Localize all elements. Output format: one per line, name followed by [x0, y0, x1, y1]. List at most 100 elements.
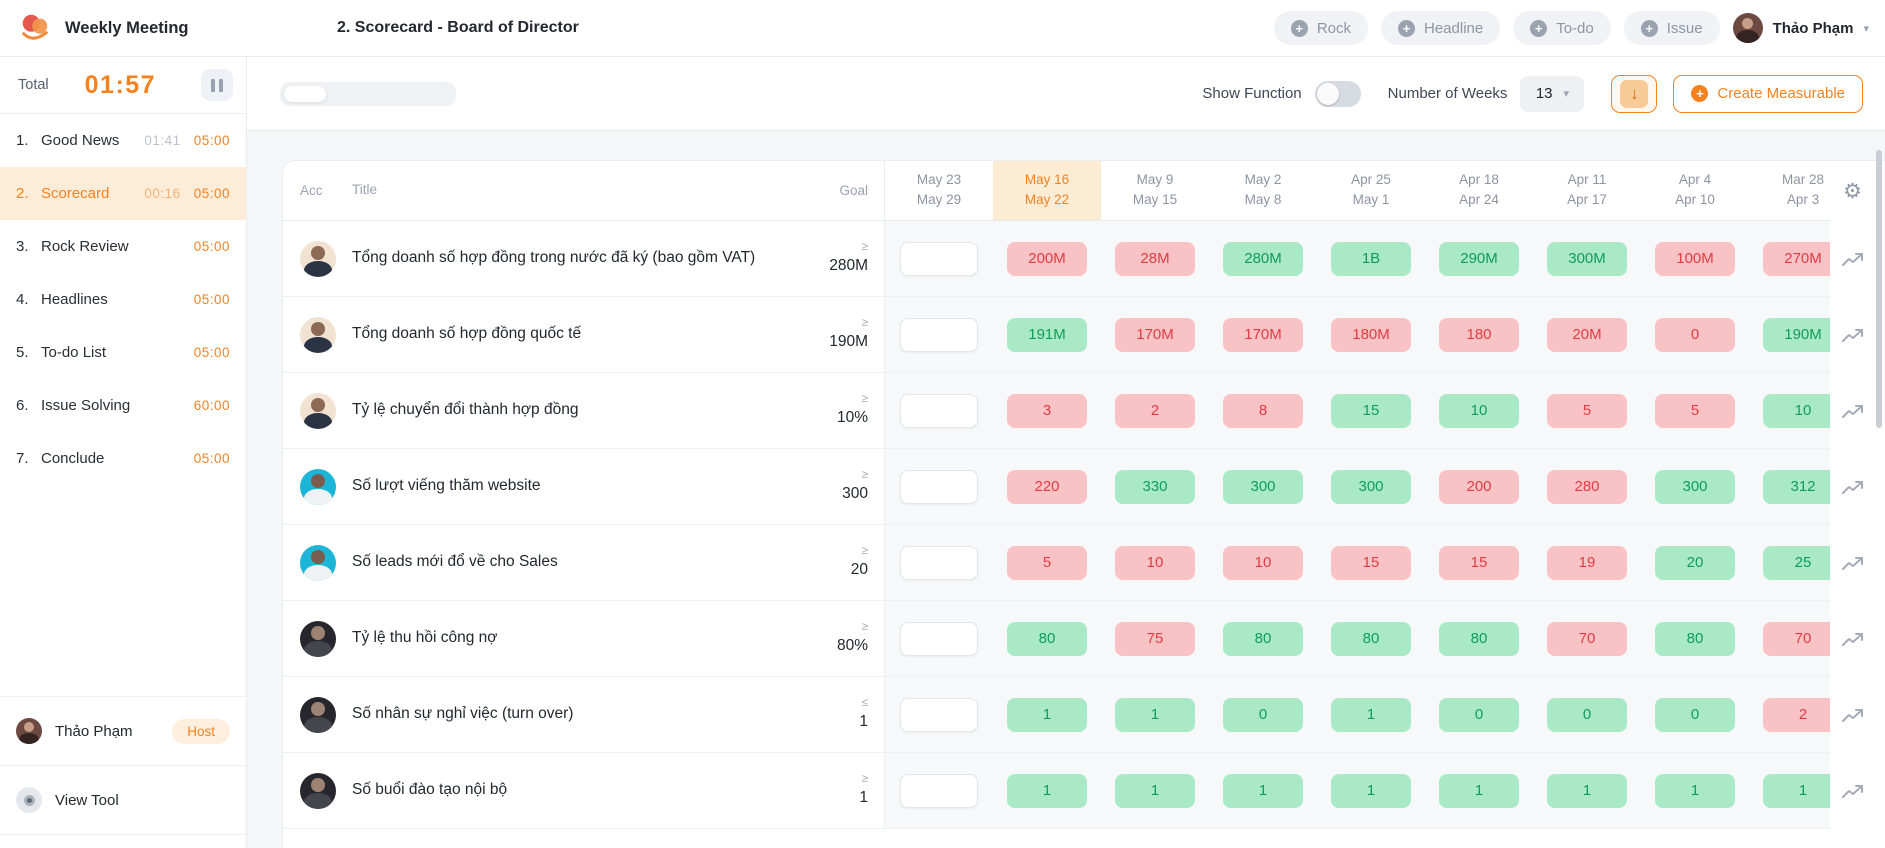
value-input[interactable]	[900, 470, 978, 504]
measurable-value-chip[interactable]: 19	[1547, 546, 1627, 580]
trend-icon-button[interactable]	[1830, 449, 1885, 525]
measurable-value-chip[interactable]: 5	[1655, 394, 1735, 428]
period-tab[interactable]	[284, 86, 326, 102]
measurable-value-chip[interactable]: 28M	[1115, 242, 1195, 276]
measurable-value-chip[interactable]: 80	[1439, 622, 1519, 656]
period-tab[interactable]	[326, 86, 368, 102]
create-measurable-button[interactable]: + Create Measurable	[1673, 75, 1863, 113]
measurable-value-chip[interactable]: 0	[1223, 698, 1303, 732]
weeks-select[interactable]: 13 ▾	[1520, 76, 1584, 112]
measurable-value-chip[interactable]: 80	[1331, 622, 1411, 656]
measurable-value-chip[interactable]: 1	[1115, 698, 1195, 732]
measurable-value-chip[interactable]: 8	[1223, 394, 1303, 428]
measurable-value-chip[interactable]: 170M	[1223, 318, 1303, 352]
week-column-header[interactable]: May 23 May 29	[885, 161, 993, 220]
agenda-item[interactable]: 4. Headlines 05:00	[0, 273, 246, 326]
value-input[interactable]	[900, 546, 978, 580]
week-column-header[interactable]: Apr 18 Apr 24	[1425, 161, 1533, 220]
show-function-toggle[interactable]	[1315, 81, 1361, 107]
measurable-value-chip[interactable]: 80	[1007, 622, 1087, 656]
measurable-value-chip[interactable]: 1	[1331, 698, 1411, 732]
measurable-value-chip[interactable]: 200	[1439, 470, 1519, 504]
agenda-item[interactable]: 6. Issue Solving 60:00	[0, 379, 246, 432]
measurable-value-chip[interactable]: 170M	[1115, 318, 1195, 352]
measurable-value-chip[interactable]: 300	[1331, 470, 1411, 504]
agenda-item[interactable]: 3. Rock Review 05:00	[0, 220, 246, 273]
value-input[interactable]	[900, 698, 978, 732]
pause-button[interactable]	[201, 69, 233, 101]
measurable-value-chip[interactable]: 15	[1331, 546, 1411, 580]
week-column-header[interactable]: May 9 May 15	[1101, 161, 1209, 220]
topbar-action-button[interactable]: + To-do	[1513, 11, 1611, 45]
trend-icon-button[interactable]	[1830, 601, 1885, 677]
value-input[interactable]	[900, 774, 978, 808]
topbar-action-button[interactable]: + Issue	[1624, 11, 1720, 45]
measurable-value-chip[interactable]: 191M	[1007, 318, 1087, 352]
value-input[interactable]	[900, 394, 978, 428]
measurable-value-chip[interactable]: 280	[1547, 470, 1627, 504]
topbar-action-button[interactable]: + Headline	[1381, 11, 1500, 45]
measurable-value-chip[interactable]: 290M	[1439, 242, 1519, 276]
measurable-value-chip[interactable]: 280M	[1223, 242, 1303, 276]
measurable-value-chip[interactable]: 0	[1439, 698, 1519, 732]
view-tool-row[interactable]: View Tool	[0, 765, 246, 834]
measurable-value-chip[interactable]: 300	[1223, 470, 1303, 504]
week-column-header[interactable]: May 2 May 8	[1209, 161, 1317, 220]
measurable-value-chip[interactable]: 180	[1439, 318, 1519, 352]
trend-icon-button[interactable]	[1830, 753, 1885, 829]
agenda-item[interactable]: 1. Good News 01:41 05:00	[0, 114, 246, 167]
measurable-value-chip[interactable]: 1	[1007, 774, 1087, 808]
agenda-item[interactable]: 7. Conclude 05:00	[0, 432, 246, 485]
measurable-value-chip[interactable]: 0	[1655, 698, 1735, 732]
week-column-header[interactable]: Apr 4 Apr 10	[1641, 161, 1749, 220]
value-input[interactable]	[900, 622, 978, 656]
trend-icon-button[interactable]	[1830, 525, 1885, 601]
week-column-header[interactable]: Apr 11 Apr 17	[1533, 161, 1641, 220]
measurable-value-chip[interactable]: 220	[1007, 470, 1087, 504]
agenda-item[interactable]: 5. To-do List 05:00	[0, 326, 246, 379]
measurable-value-chip[interactable]: 10	[1223, 546, 1303, 580]
measurable-value-chip[interactable]: 10	[1439, 394, 1519, 428]
agenda-item[interactable]: 2. Scorecard 00:16 05:00	[0, 167, 246, 220]
measurable-value-chip[interactable]: 180M	[1331, 318, 1411, 352]
measurable-value-chip[interactable]: 3	[1007, 394, 1087, 428]
measurable-value-chip[interactable]: 1	[1007, 698, 1087, 732]
measurable-value-chip[interactable]: 1B	[1331, 242, 1411, 276]
measurable-value-chip[interactable]: 0	[1547, 698, 1627, 732]
measurable-value-chip[interactable]: 15	[1439, 546, 1519, 580]
measurable-value-chip[interactable]: 75	[1115, 622, 1195, 656]
period-tab[interactable]	[410, 86, 452, 102]
measurable-value-chip[interactable]: 300	[1655, 470, 1735, 504]
measurable-value-chip[interactable]: 200M	[1007, 242, 1087, 276]
vertical-scrollbar[interactable]	[1876, 150, 1882, 428]
measurable-value-chip[interactable]: 1	[1547, 774, 1627, 808]
measurable-value-chip[interactable]: 1	[1223, 774, 1303, 808]
measurable-value-chip[interactable]: 15	[1331, 394, 1411, 428]
trend-icon-button[interactable]	[1830, 677, 1885, 753]
value-input[interactable]	[900, 242, 978, 276]
value-input[interactable]	[900, 318, 978, 352]
measurable-value-chip[interactable]: 1	[1655, 774, 1735, 808]
measurable-value-chip[interactable]: 5	[1007, 546, 1087, 580]
measurable-value-chip[interactable]: 70	[1547, 622, 1627, 656]
measurable-value-chip[interactable]: 20	[1655, 546, 1735, 580]
measurable-value-chip[interactable]: 20M	[1547, 318, 1627, 352]
measurable-value-chip[interactable]: 10	[1115, 546, 1195, 580]
measurable-value-chip[interactable]: 100M	[1655, 242, 1735, 276]
user-menu[interactable]: Thảo Phạm ▾	[1733, 13, 1869, 43]
week-column-header[interactable]: May 16 May 22	[993, 161, 1101, 220]
measurable-value-chip[interactable]: 0	[1655, 318, 1735, 352]
topbar-action-button[interactable]: + Rock	[1274, 11, 1368, 45]
measurable-value-chip[interactable]: 2	[1115, 394, 1195, 428]
measurable-value-chip[interactable]: 1	[1439, 774, 1519, 808]
measurable-value-chip[interactable]: 330	[1115, 470, 1195, 504]
measurable-value-chip[interactable]: 1	[1115, 774, 1195, 808]
download-button[interactable]: ↓	[1611, 75, 1657, 113]
measurable-value-chip[interactable]: 5	[1547, 394, 1627, 428]
week-column-header[interactable]: Apr 25 May 1	[1317, 161, 1425, 220]
measurable-value-chip[interactable]: 300M	[1547, 242, 1627, 276]
measurable-value-chip[interactable]: 80	[1223, 622, 1303, 656]
period-tab[interactable]	[368, 86, 410, 102]
measurable-value-chip[interactable]: 1	[1331, 774, 1411, 808]
measurable-value-chip[interactable]: 80	[1655, 622, 1735, 656]
